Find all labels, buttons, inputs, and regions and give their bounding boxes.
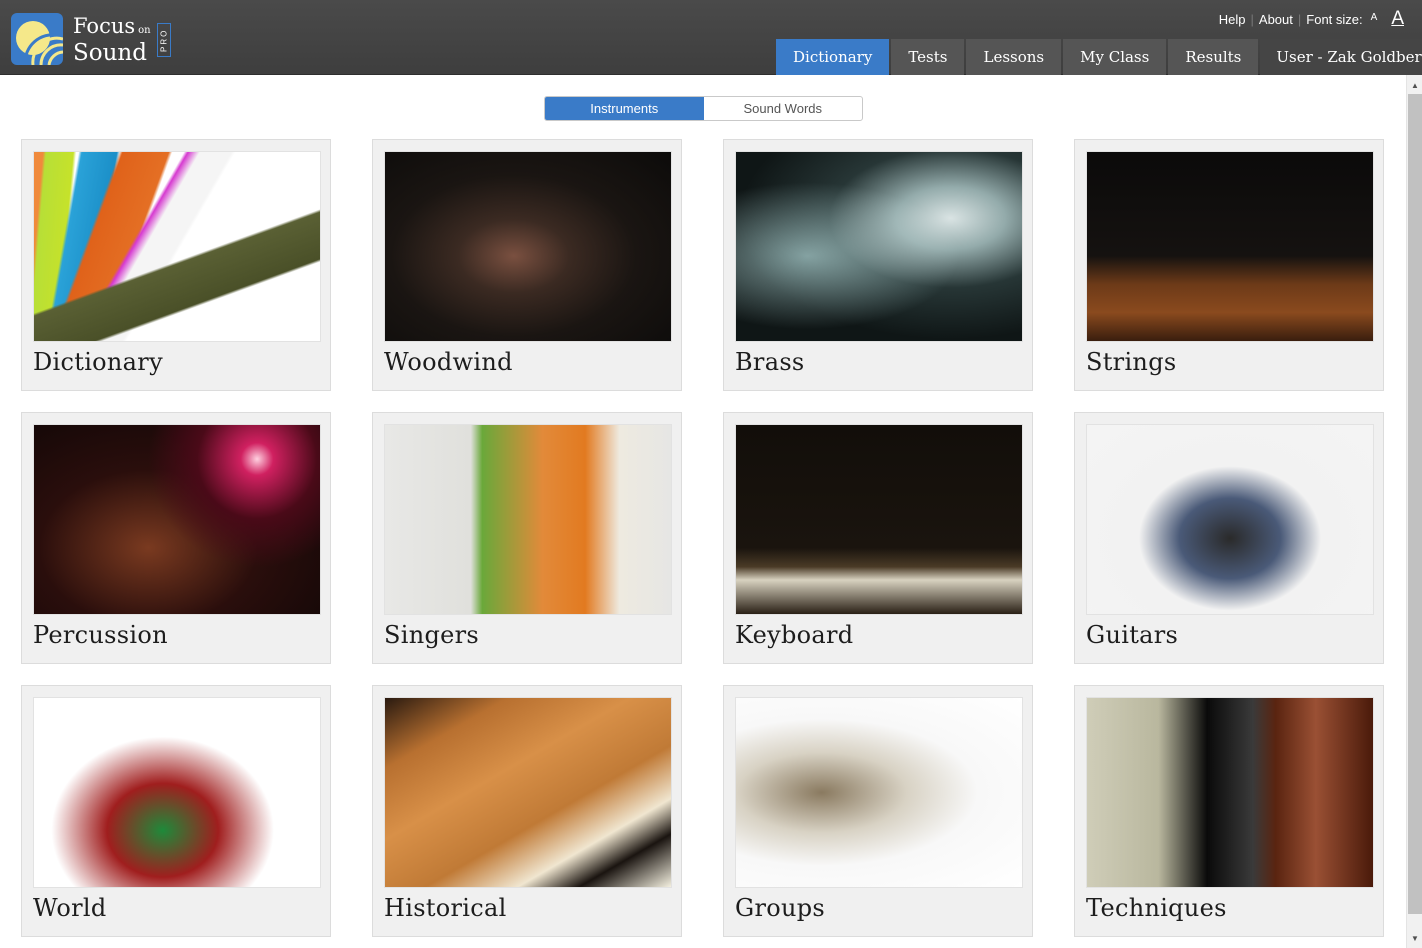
category-card-strings[interactable]: Strings: [1074, 139, 1384, 391]
instruments-toggle[interactable]: Instruments: [545, 97, 704, 120]
category-card-historical[interactable]: Historical: [372, 685, 682, 937]
tab-lessons[interactable]: Lessons: [966, 39, 1062, 75]
tab-tests[interactable]: Tests: [891, 39, 965, 75]
page-scrollbar[interactable]: ▲ ▼: [1406, 75, 1422, 948]
app-header: Focus on Sound PRO Help | About | Font si…: [0, 0, 1422, 75]
guitarist-image: [1086, 424, 1374, 615]
about-link[interactable]: About: [1259, 12, 1293, 27]
pianist-image: [735, 424, 1023, 615]
category-card-woodwind[interactable]: Woodwind: [372, 139, 682, 391]
drum-kit-image: [33, 424, 321, 615]
band-image: [735, 697, 1023, 888]
books-image: [33, 151, 321, 342]
category-card-world[interactable]: World: [21, 685, 331, 937]
card-label: Brass: [735, 348, 805, 376]
violinist-image: [1086, 151, 1374, 342]
singers-image: [384, 424, 672, 615]
category-card-keyboard[interactable]: Keyboard: [723, 412, 1033, 664]
category-card-brass[interactable]: Brass: [723, 139, 1033, 391]
card-label: Keyboard: [735, 621, 854, 649]
logo-wordmark: Focus on Sound: [73, 13, 151, 66]
font-size-small-button[interactable]: A: [1371, 12, 1378, 23]
logo-sound: Sound: [73, 39, 147, 66]
flute-player-image: [384, 151, 672, 342]
scroll-up-arrow-icon[interactable]: ▲: [1407, 77, 1422, 93]
card-label: Guitars: [1086, 621, 1179, 649]
double-bass-image: [1086, 697, 1374, 888]
card-label: Groups: [735, 894, 826, 922]
category-card-percussion[interactable]: Percussion: [21, 412, 331, 664]
main-nav: Dictionary Tests Lessons My Class Result…: [776, 39, 1422, 75]
font-size-large-button[interactable]: A: [1391, 8, 1404, 30]
sun-sound-icon: [11, 13, 63, 65]
category-card-techniques[interactable]: Techniques: [1074, 685, 1384, 937]
divider: |: [1250, 12, 1254, 27]
utility-links: Help | About | Font size: A A: [1219, 8, 1404, 30]
divider: |: [1297, 12, 1302, 27]
category-toggle: Instruments Sound Words: [544, 96, 863, 121]
app-logo[interactable]: Focus on Sound PRO: [11, 13, 171, 65]
scroll-down-arrow-icon[interactable]: ▼: [1407, 930, 1422, 946]
card-label: Singers: [384, 621, 480, 649]
tab-my-class[interactable]: My Class: [1063, 39, 1167, 75]
user-menu[interactable]: User - Zak Goldberg: [1260, 39, 1422, 75]
category-card-groups[interactable]: Groups: [723, 685, 1033, 937]
logo-on: on: [138, 24, 151, 36]
category-card-dictionary[interactable]: Dictionary: [21, 139, 331, 391]
logo-focus: Focus: [73, 13, 136, 38]
card-label: Historical: [384, 894, 507, 922]
font-size-label: Font size:: [1306, 12, 1363, 27]
tab-results[interactable]: Results: [1168, 39, 1259, 75]
tanpura-player-image: [33, 697, 321, 888]
help-link[interactable]: Help: [1219, 12, 1246, 27]
category-card-guitars[interactable]: Guitars: [1074, 412, 1384, 664]
pro-badge: PRO: [156, 23, 171, 57]
tab-dictionary[interactable]: Dictionary: [776, 39, 890, 75]
harpsichord-image: [384, 697, 672, 888]
brass-player-image: [735, 151, 1023, 342]
card-label: Techniques: [1086, 894, 1227, 922]
category-card-singers[interactable]: Singers: [372, 412, 682, 664]
card-label: Woodwind: [384, 348, 513, 376]
scroll-thumb[interactable]: [1408, 94, 1422, 914]
card-label: Percussion: [33, 621, 168, 649]
card-label: Dictionary: [33, 348, 163, 376]
card-label: Strings: [1086, 348, 1177, 376]
sound-words-toggle[interactable]: Sound Words: [704, 97, 863, 120]
card-label: World: [33, 894, 107, 922]
